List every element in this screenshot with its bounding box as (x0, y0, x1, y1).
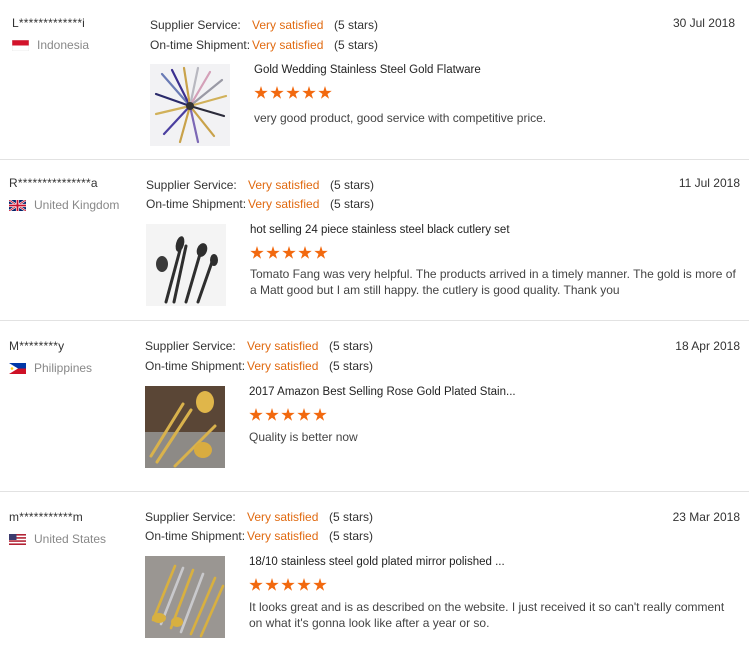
supplier-service-value: Very satisfied (248, 178, 320, 192)
supplier-service-value: Very satisfied (252, 18, 324, 32)
country-name: Indonesia (37, 38, 90, 52)
star-icon (302, 86, 316, 99)
country-name: United Kingdom (34, 198, 120, 212)
star-icon (281, 408, 295, 421)
ontime-shipment-value: Very satisfied (247, 529, 319, 543)
supplier-service-label: Supplier Service: (146, 178, 237, 192)
ontime-shipment-stars: (5 stars) (329, 529, 374, 543)
supplier-service-row: Supplier Service: Very satisfied (5 star… (146, 178, 374, 192)
review-date: 11 Jul 2018 (678, 176, 740, 190)
review-comment: very good product, good service with com… (254, 111, 547, 125)
ontime-shipment-value: Very satisfied (248, 197, 320, 211)
star-rating (249, 408, 327, 422)
ontime-shipment-row: On-time Shipment: Very satisfied (5 star… (150, 38, 378, 52)
review-card: M********y Philippines Supplier Service:… (0, 321, 749, 492)
country-name: Philippines (34, 361, 93, 375)
supplier-service-row: Supplier Service: Very satisfied (5 star… (150, 18, 378, 32)
supplier-service-value: Very satisfied (247, 339, 319, 353)
ontime-shipment-value: Very satisfied (252, 38, 324, 52)
star-icon (297, 408, 311, 421)
review-date: 18 Apr 2018 (675, 339, 740, 353)
ontime-shipment-label: On-time Shipment: (145, 359, 246, 373)
supplier-service-stars: (5 stars) (330, 178, 375, 192)
star-rating (250, 246, 328, 260)
supplier-service-value: Very satisfied (247, 510, 319, 524)
supplier-service-stars: (5 stars) (329, 339, 374, 353)
supplier-service-row: Supplier Service: Very satisfied (5 star… (145, 339, 373, 353)
supplier-service-stars: (5 stars) (329, 510, 374, 524)
product-thumbnail[interactable] (145, 386, 225, 468)
review-card: m***********m United States Supplier Ser… (0, 492, 749, 657)
supplier-service-label: Supplier Service: (150, 18, 241, 32)
ontime-shipment-label: On-time Shipment: (150, 38, 251, 52)
review-comment: Quality is better now (249, 430, 358, 444)
product-name[interactable]: hot selling 24 piece stainless steel bla… (250, 224, 510, 236)
star-icon (281, 578, 295, 591)
supplier-service-label: Supplier Service: (145, 339, 236, 353)
review-card: R***************a United Kingdom Supplie… (0, 160, 749, 321)
star-icon (254, 86, 268, 99)
philippines-flag-icon (9, 362, 26, 374)
product-thumbnail[interactable] (145, 556, 225, 638)
review-comment: Tomato Fang was very helpful. The produc… (250, 267, 736, 297)
reviewer-country: Indonesia (12, 38, 89, 52)
reviewer-name: m***********m (9, 510, 83, 524)
star-icon (270, 86, 284, 99)
reviewer-name: R***************a (9, 176, 98, 190)
review-card: L*************i Indonesia Supplier Servi… (0, 0, 749, 160)
star-icon (314, 246, 328, 259)
ontime-shipment-stars: (5 stars) (330, 197, 375, 211)
star-icon (318, 86, 332, 99)
reviewer-country: United States (9, 532, 106, 546)
star-icon (249, 578, 263, 591)
review-date: 30 Jul 2018 (672, 16, 735, 30)
reviewer-name: M********y (9, 339, 65, 353)
product-name[interactable]: 2017 Amazon Best Selling Rose Gold Plate… (249, 386, 516, 398)
product-thumbnail[interactable] (150, 64, 230, 146)
reviewer-name: L*************i (12, 16, 86, 30)
country-name: United States (34, 532, 107, 546)
ontime-shipment-stars: (5 stars) (329, 359, 374, 373)
ontime-shipment-value: Very satisfied (247, 359, 319, 373)
star-rating (249, 578, 327, 592)
united-kingdom-flag-icon (9, 199, 26, 211)
product-name[interactable]: 18/10 stainless steel gold plated mirror… (249, 556, 505, 568)
star-icon (297, 578, 311, 591)
star-icon (250, 246, 264, 259)
reviewer-country: Philippines (9, 361, 92, 375)
indonesia-flag-icon (12, 39, 29, 51)
star-icon (313, 578, 327, 591)
star-icon (286, 86, 300, 99)
ontime-shipment-row: On-time Shipment: Very satisfied (5 star… (145, 359, 373, 373)
star-icon (249, 408, 263, 421)
ontime-shipment-label: On-time Shipment: (146, 197, 247, 211)
review-comment: It looks great and is as described on th… (249, 600, 725, 630)
united-states-flag-icon (9, 533, 26, 545)
star-rating (254, 86, 332, 100)
star-icon (266, 246, 280, 259)
star-icon (313, 408, 327, 421)
supplier-service-row: Supplier Service: Very satisfied (5 star… (145, 510, 373, 524)
supplier-service-stars: (5 stars) (334, 18, 379, 32)
supplier-service-label: Supplier Service: (145, 510, 236, 524)
product-thumbnail[interactable] (146, 224, 226, 306)
ontime-shipment-row: On-time Shipment: Very satisfied (5 star… (145, 529, 373, 543)
star-icon (282, 246, 296, 259)
star-icon (298, 246, 312, 259)
ontime-shipment-row: On-time Shipment: Very satisfied (5 star… (146, 197, 374, 211)
review-date: 23 Mar 2018 (672, 510, 740, 524)
star-icon (265, 408, 279, 421)
star-icon (265, 578, 279, 591)
ontime-shipment-stars: (5 stars) (334, 38, 379, 52)
reviewer-country: United Kingdom (9, 198, 119, 212)
ontime-shipment-label: On-time Shipment: (145, 529, 246, 543)
product-name[interactable]: Gold Wedding Stainless Steel Gold Flatwa… (254, 64, 481, 76)
